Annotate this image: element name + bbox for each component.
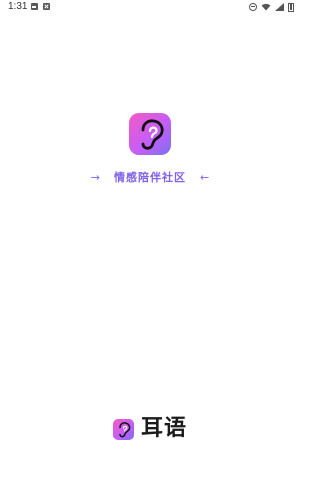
status-time: 1:31 [8, 1, 28, 12]
wifi-icon [261, 3, 271, 11]
slogan-text: 情感陪伴社区 [114, 171, 186, 184]
brand-name: 耳语 [140, 416, 187, 441]
gallery-icon [31, 3, 38, 10]
do-not-disturb-icon [249, 3, 257, 11]
ear-icon [129, 113, 171, 155]
ear-icon [112, 418, 134, 440]
splash-center: → 情感陪伴社区 ← [0, 113, 300, 185]
brand-footer: 耳语 [0, 417, 300, 441]
battery-icon [288, 2, 294, 12]
status-bar: 1:31 [0, 0, 300, 14]
signal-icon [275, 3, 284, 11]
slogan-right-mark: ← [200, 171, 210, 184]
slogan-left-mark: → [90, 171, 100, 184]
notification-icon [43, 3, 50, 10]
status-right-icons [249, 2, 294, 12]
slogan-row: → 情感陪伴社区 ← [0, 171, 300, 185]
